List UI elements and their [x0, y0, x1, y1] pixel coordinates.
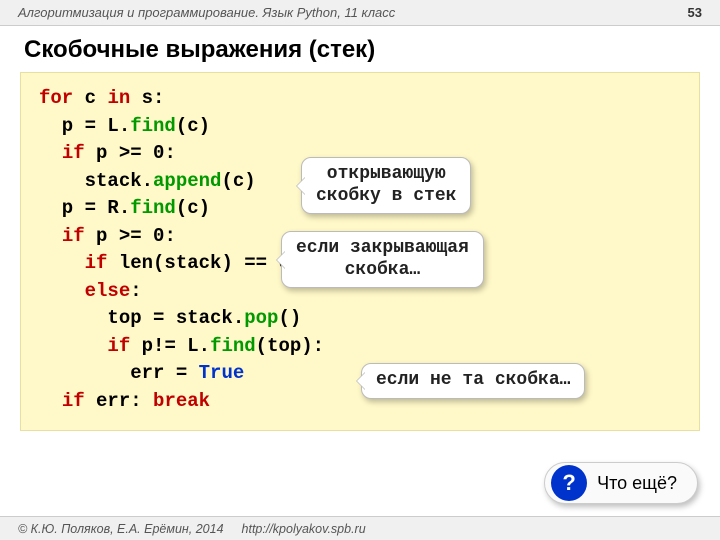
- course-title: Алгоритмизация и программирование. Язык …: [18, 5, 395, 20]
- code-line: p = L.find(c): [39, 113, 681, 141]
- hint-pill: ? Что ещё?: [544, 462, 698, 504]
- slide-footer: © К.Ю. Поляков, Е.А. Ерёмин, 2014 http:/…: [0, 516, 720, 540]
- callout-wrong-bracket: если не та скобка…: [361, 363, 585, 399]
- code-line: top = stack.pop(): [39, 305, 681, 333]
- slide-title: Скобочные выражения (стек): [0, 26, 720, 72]
- slide-header: Алгоритмизация и программирование. Язык …: [0, 0, 720, 26]
- code-line: if err: break: [39, 388, 681, 416]
- code-line: if p!= L.find(top):: [39, 333, 681, 361]
- callout-closing-bracket: если закрывающаяскобка…: [281, 231, 484, 288]
- hint-text: Что ещё?: [597, 473, 677, 494]
- copyright: © К.Ю. Поляков, Е.А. Ерёмин, 2014: [18, 522, 224, 536]
- footer-url: http://kpolyakov.spb.ru: [242, 522, 366, 536]
- code-line: for c in s:: [39, 85, 681, 113]
- page-number: 53: [688, 5, 702, 20]
- code-block: for c in s: p = L.find(c) if p >= 0: sta…: [20, 72, 700, 431]
- callout-open-bracket: открывающуюскобку в стек: [301, 157, 471, 214]
- question-icon: ?: [551, 465, 587, 501]
